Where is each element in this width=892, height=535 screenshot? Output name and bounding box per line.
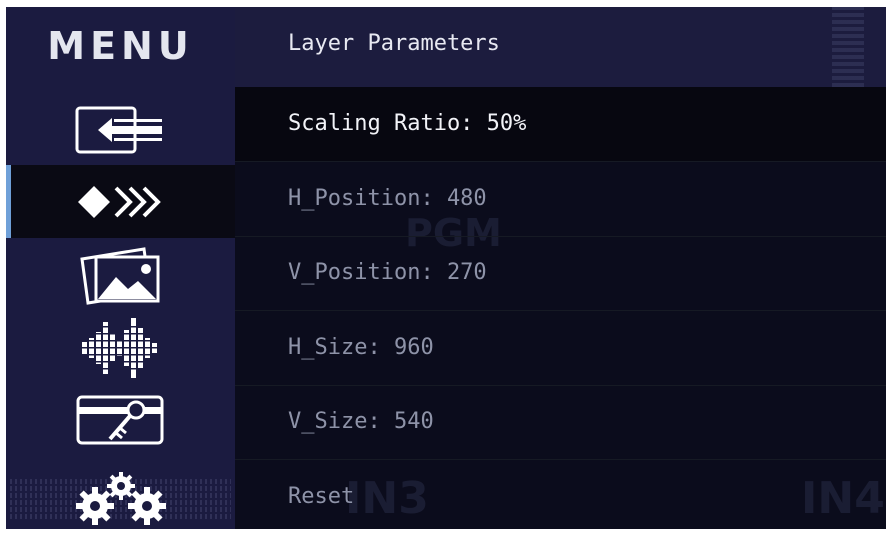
menu-title: MENU <box>47 24 194 68</box>
parameter-panel: Layer Parameters PGM IN3 IN4 Scaling Rat… <box>235 7 886 529</box>
param-label: V_Position: 270 <box>288 260 487 285</box>
reset-button[interactable]: Reset <box>235 460 886 529</box>
sidebar: MENU <box>6 7 235 529</box>
reset-label: Reset <box>288 484 355 509</box>
param-v-size[interactable]: V_Size: 540 <box>235 385 886 460</box>
param-label: H_Position: 480 <box>288 186 487 211</box>
key-card-icon <box>74 393 168 449</box>
param-v-position[interactable]: V_Position: 270 <box>235 236 886 311</box>
device-screen: MENU Layer Parameters PGM IN3 IN4 Scalin… <box>6 7 886 529</box>
sidebar-item-input-source[interactable] <box>6 93 235 166</box>
page-title: Layer Parameters <box>288 31 500 56</box>
settings-gears-icon <box>73 468 169 528</box>
layer-switch-icon <box>74 180 168 224</box>
param-h-size[interactable]: H_Size: 960 <box>235 311 886 386</box>
param-label: Scaling Ratio: 50% <box>288 111 527 136</box>
param-h-position[interactable]: H_Position: 480 <box>235 162 886 237</box>
param-label: H_Size: 960 <box>288 335 434 360</box>
sidebar-item-key[interactable] <box>6 384 235 457</box>
param-scaling-ratio[interactable]: Scaling Ratio: 50% <box>235 87 886 162</box>
level-meter-deco <box>832 7 864 87</box>
sidebar-item-layer[interactable] <box>6 165 235 238</box>
active-indicator <box>6 165 11 238</box>
sidebar-item-settings[interactable] <box>6 461 235 529</box>
panel-header: Layer Parameters <box>235 7 886 87</box>
audio-waveform-icon <box>74 316 168 380</box>
sidebar-item-image[interactable] <box>6 238 235 311</box>
image-gallery-icon <box>74 245 168 305</box>
sidebar-item-audio[interactable] <box>6 311 235 384</box>
param-label: V_Size: 540 <box>288 409 434 434</box>
input-source-icon <box>74 105 168 155</box>
